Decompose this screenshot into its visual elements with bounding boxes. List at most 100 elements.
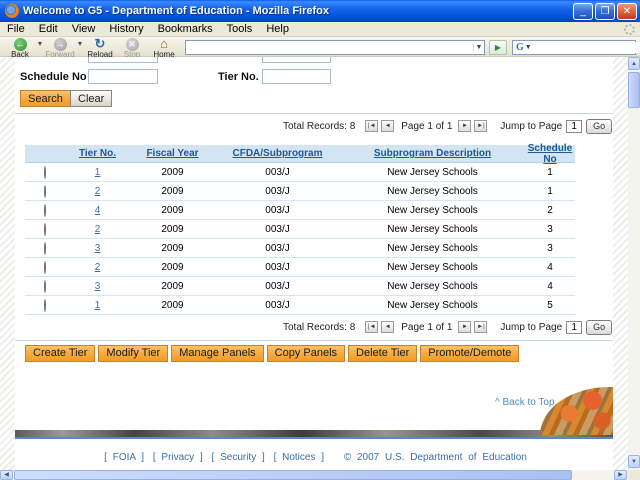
privacy-link[interactable]: [ Privacy ] xyxy=(153,452,203,463)
scroll-left-icon[interactable]: ◀ xyxy=(0,470,13,480)
forward-dropdown-icon[interactable]: ▼ xyxy=(76,41,84,48)
vertical-scrollbar[interactable]: ▲ ▼ xyxy=(628,57,640,470)
jump-to-page-input[interactable] xyxy=(566,119,583,133)
jump-to-page-input[interactable] xyxy=(566,320,583,334)
first-page-button[interactable]: |◄ xyxy=(365,321,379,333)
restore-button[interactable]: ❐ xyxy=(595,2,615,20)
horizontal-scroll-thumb[interactable] xyxy=(14,470,572,480)
minimize-button[interactable]: _ xyxy=(573,2,593,20)
schedule-cell: 3 xyxy=(547,223,553,235)
prev-page-button[interactable]: ◄ xyxy=(381,120,395,132)
tier-link[interactable]: 1 xyxy=(95,167,101,178)
row-radio-button[interactable] xyxy=(44,165,46,179)
cfda-cell: 003/J xyxy=(265,185,290,197)
header-schedule-no[interactable]: Schedule No xyxy=(525,143,575,165)
menu-tools[interactable]: Tools xyxy=(220,23,260,35)
url-bar: ▼ xyxy=(185,40,485,55)
header-fiscal-year[interactable]: Fiscal Year xyxy=(130,148,215,159)
copy-panels-button[interactable]: Copy Panels xyxy=(266,345,346,362)
row-radio-button[interactable] xyxy=(44,222,46,236)
last-page-button[interactable]: ►| xyxy=(474,120,488,132)
jump-go-button[interactable]: Go xyxy=(586,319,613,335)
next-page-button[interactable]: ► xyxy=(458,321,472,333)
cfda-cell: 003/J xyxy=(265,242,290,254)
scroll-down-icon[interactable]: ▼ xyxy=(628,455,640,468)
first-page-button[interactable]: |◄ xyxy=(365,120,379,132)
back-dropdown-icon[interactable]: ▼ xyxy=(36,41,44,48)
cfda-cell: 003/J xyxy=(265,299,290,311)
forward-button[interactable]: → Forward xyxy=(44,38,76,59)
menu-edit[interactable]: Edit xyxy=(32,23,65,35)
vertical-scroll-thumb[interactable] xyxy=(628,72,640,108)
scroll-up-icon[interactable]: ▲ xyxy=(628,57,640,70)
jump-go-button[interactable]: Go xyxy=(586,118,613,134)
scroll-right-icon[interactable]: ▶ xyxy=(614,470,627,480)
next-page-button[interactable]: ► xyxy=(458,120,472,132)
classroom-desks-photo xyxy=(540,387,613,435)
row-radio-button[interactable] xyxy=(44,241,46,255)
header-subprogram-description[interactable]: Subprogram Description xyxy=(340,148,525,159)
tier-link[interactable]: 3 xyxy=(95,281,101,292)
modify-tier-button[interactable]: Modify Tier xyxy=(98,345,169,362)
home-button[interactable]: ⌂ Home xyxy=(148,37,180,59)
create-tier-button[interactable]: Create Tier xyxy=(25,345,96,362)
last-page-button[interactable]: ►| xyxy=(474,321,488,333)
menu-view[interactable]: View xyxy=(65,23,103,35)
clear-button[interactable]: Clear xyxy=(70,90,113,107)
row-radio-button[interactable] xyxy=(44,279,46,293)
tier-link[interactable]: 2 xyxy=(95,224,101,235)
right-margin-stripe xyxy=(613,57,628,470)
back-to-top-link[interactable]: ^ Back to Top xyxy=(495,397,555,408)
table-row: 2 2009 003/J New Jersey Schools 1 xyxy=(25,182,575,201)
description-cell: New Jersey Schools xyxy=(387,280,478,292)
header-cfda-subprogram[interactable]: CFDA/Subprogram xyxy=(215,148,340,159)
schedule-no-field[interactable] xyxy=(88,69,158,84)
url-dropdown-icon[interactable]: ▼ xyxy=(473,44,484,51)
row-radio-button[interactable] xyxy=(44,203,46,217)
web-search-input[interactable] xyxy=(533,42,640,53)
row-radio-button[interactable] xyxy=(44,260,46,274)
foia-link[interactable]: [ FOIA ] xyxy=(104,452,144,463)
tier-link[interactable]: 4 xyxy=(95,205,101,216)
schedule-cell: 1 xyxy=(547,166,553,178)
go-button[interactable]: ▶ xyxy=(489,40,507,55)
total-records: Total Records: 8 xyxy=(283,120,356,132)
cfda-cell: 003/J xyxy=(265,280,290,292)
back-button[interactable]: ← Back xyxy=(4,38,36,59)
jump-to-page-label: Jump to Page xyxy=(500,321,563,333)
delete-tier-button[interactable]: Delete Tier xyxy=(348,345,418,362)
total-records: Total Records: 8 xyxy=(283,321,356,333)
description-cell: New Jersey Schools xyxy=(387,166,478,178)
row-radio-button[interactable] xyxy=(44,184,46,198)
prev-page-button[interactable]: ◄ xyxy=(381,321,395,333)
horizontal-scrollbar[interactable]: ◀ ▶ xyxy=(0,470,628,480)
manage-panels-button[interactable]: Manage Panels xyxy=(171,345,264,362)
tier-link[interactable]: 3 xyxy=(95,243,101,254)
tier-link[interactable]: 1 xyxy=(95,300,101,311)
page-indicator: Page 1 of 1 xyxy=(401,120,453,132)
truncated-field-2[interactable] xyxy=(262,57,331,63)
reload-button[interactable]: ↻ Reload xyxy=(84,37,116,59)
menu-file[interactable]: File xyxy=(0,23,32,35)
schedule-cell: 3 xyxy=(547,242,553,254)
schedule-cell: 1 xyxy=(547,185,553,197)
url-input[interactable] xyxy=(186,42,473,53)
header-tier-no[interactable]: Tier No. xyxy=(65,148,130,159)
tier-link[interactable]: 2 xyxy=(95,186,101,197)
notices-link[interactable]: [ Notices ] xyxy=(274,452,324,463)
truncated-field-1[interactable] xyxy=(88,57,158,63)
stop-button[interactable]: ✕ Stop xyxy=(116,38,148,59)
row-radio-button[interactable] xyxy=(44,298,46,312)
search-button[interactable]: Search xyxy=(20,90,71,107)
menu-help[interactable]: Help xyxy=(259,23,296,35)
menu-history[interactable]: History xyxy=(102,23,150,35)
tier-link[interactable]: 2 xyxy=(95,262,101,273)
tier-no-field[interactable] xyxy=(262,69,331,84)
search-engine-dropdown-icon[interactable]: ▼ xyxy=(525,44,534,51)
action-button-row: Create Tier Modify Tier Manage Panels Co… xyxy=(25,345,520,362)
security-link[interactable]: [ Security ] xyxy=(212,452,265,463)
close-button[interactable]: ✕ xyxy=(617,2,637,20)
menu-bookmarks[interactable]: Bookmarks xyxy=(151,23,220,35)
description-cell: New Jersey Schools xyxy=(387,223,478,235)
promote-demote-button[interactable]: Promote/Demote xyxy=(420,345,520,362)
